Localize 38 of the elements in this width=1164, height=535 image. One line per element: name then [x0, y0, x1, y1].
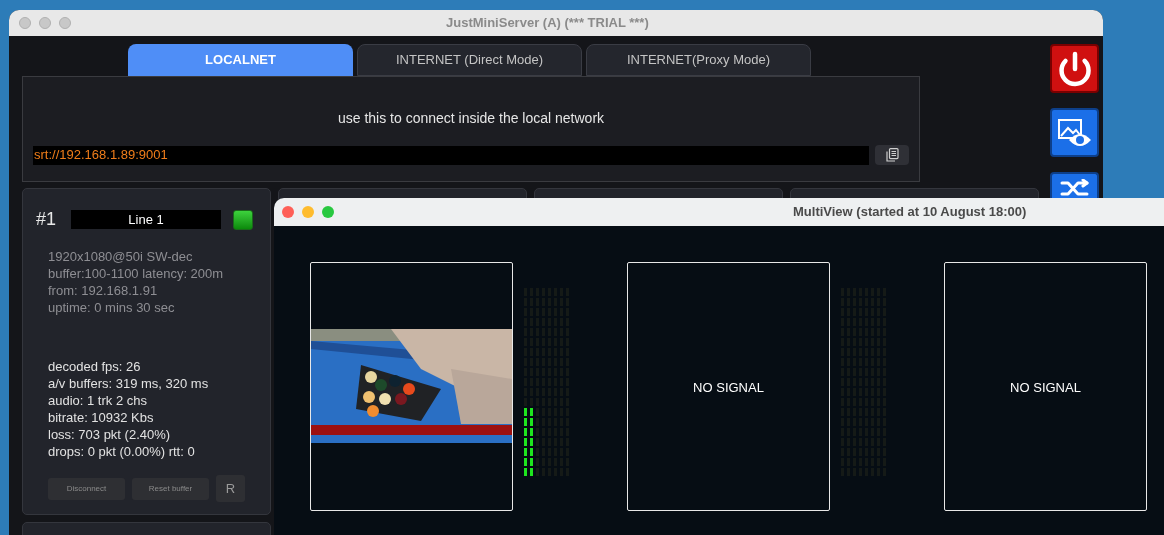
stream-info: from: 192.168.1.91 — [48, 282, 159, 299]
no-signal-label: NO SIGNAL — [693, 379, 764, 397]
zoom-button[interactable] — [322, 206, 334, 218]
no-signal-label: NO SIGNAL — [1010, 379, 1081, 397]
copy-button[interactable] — [875, 145, 909, 165]
tab[interactable]: LOCALNET — [128, 44, 353, 76]
stream-stat: decoded fps: 26 — [48, 358, 142, 375]
stream-stat: bitrate: 10932 Kbs — [48, 409, 155, 426]
connection-hint: use this to connect inside the local network — [337, 109, 605, 128]
stream-number: #1 — [36, 208, 58, 231]
zoom-button[interactable] — [59, 17, 71, 29]
image-eye-icon — [1056, 117, 1093, 148]
stream-stat: audio: 1 trk 2 chs — [48, 392, 148, 409]
stream-stat: drops: 0 pkt (0.00%) rtt: 0 — [48, 443, 196, 460]
stream-info: 1920x1080@50i SW-dec — [48, 248, 194, 265]
power-button[interactable] — [1050, 44, 1099, 93]
stream-info: buffer:100-1100 latency: 200m — [48, 265, 225, 282]
close-button[interactable] — [19, 17, 31, 29]
stream-stat: loss: 703 pkt (2.40%) — [48, 426, 172, 443]
close-button[interactable] — [282, 206, 294, 218]
stream-name: Line 1 — [71, 210, 221, 229]
tab[interactable]: INTERNET(Proxy Mode) — [586, 44, 811, 76]
minimize-button[interactable] — [302, 206, 314, 218]
shuffle-icon — [1059, 179, 1090, 198]
reset-button[interactable]: R — [216, 475, 245, 502]
power-icon — [1056, 50, 1093, 87]
window-title: JustMiniServer (A) (*** TRIAL ***) — [446, 14, 649, 33]
window-title: MultiView (started at 10 August 18:00) — [793, 203, 1027, 222]
minimize-button[interactable] — [39, 17, 51, 29]
preview-button[interactable] — [1050, 108, 1099, 157]
stream-stat: a/v buffers: 319 ms, 320 ms — [48, 375, 210, 392]
tab[interactable]: INTERNET (Direct Mode) — [357, 44, 582, 76]
copy-icon — [885, 148, 899, 162]
disconnect-button[interactable]: Disconnect — [48, 477, 125, 500]
shuffle-button[interactable] — [1050, 172, 1099, 198]
reset-buffer-button[interactable]: Reset buffer — [132, 477, 209, 500]
url-field[interactable]: srt://192.168.1.89:9001 — [33, 145, 869, 165]
stream-info: uptime: 0 mins 30 sec — [48, 299, 176, 316]
